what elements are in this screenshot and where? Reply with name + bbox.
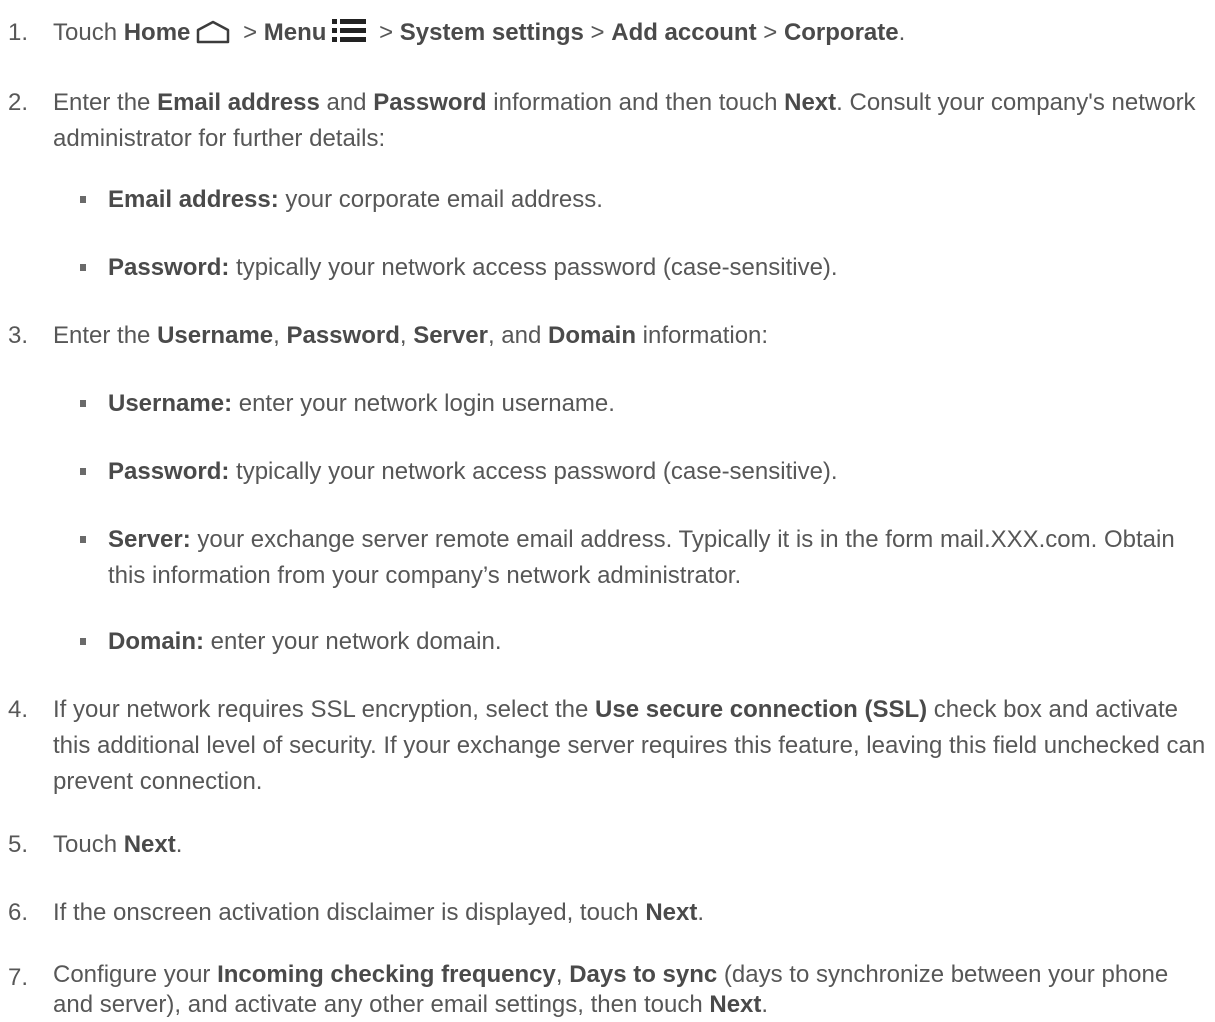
- step-text: Configure your Incoming checking frequen…: [53, 961, 1169, 1018]
- step-number: 6.: [8, 899, 29, 926]
- step-number: 5.: [8, 831, 29, 858]
- bullet-icon: [80, 536, 86, 543]
- step-text: Touch Home > Menu > System settings > Ad…: [53, 18, 1213, 52]
- step-number: 7.: [8, 964, 29, 991]
- step-number: 3.: [8, 322, 29, 349]
- bullet-icon: [80, 196, 86, 203]
- bullet-icon: [80, 638, 86, 645]
- bullet-icon: [80, 468, 86, 475]
- home-icon: [196, 20, 230, 52]
- step-number: 4.: [8, 696, 29, 723]
- step-text: Enter the Email address and Password inf…: [53, 89, 1196, 152]
- step-number: 1.: [8, 19, 29, 46]
- step-text: If the onscreen activation disclaimer is…: [53, 899, 705, 926]
- bullet-icon: [80, 400, 86, 407]
- step-text: Enter the Username, Password, Server, an…: [53, 322, 769, 349]
- menu-icon: [332, 18, 367, 52]
- step-text: If your network requires SSL encryption,…: [53, 696, 1206, 795]
- bullet-icon: [80, 264, 86, 271]
- step-text: Touch Next.: [53, 831, 183, 858]
- step-number: 2.: [8, 89, 29, 116]
